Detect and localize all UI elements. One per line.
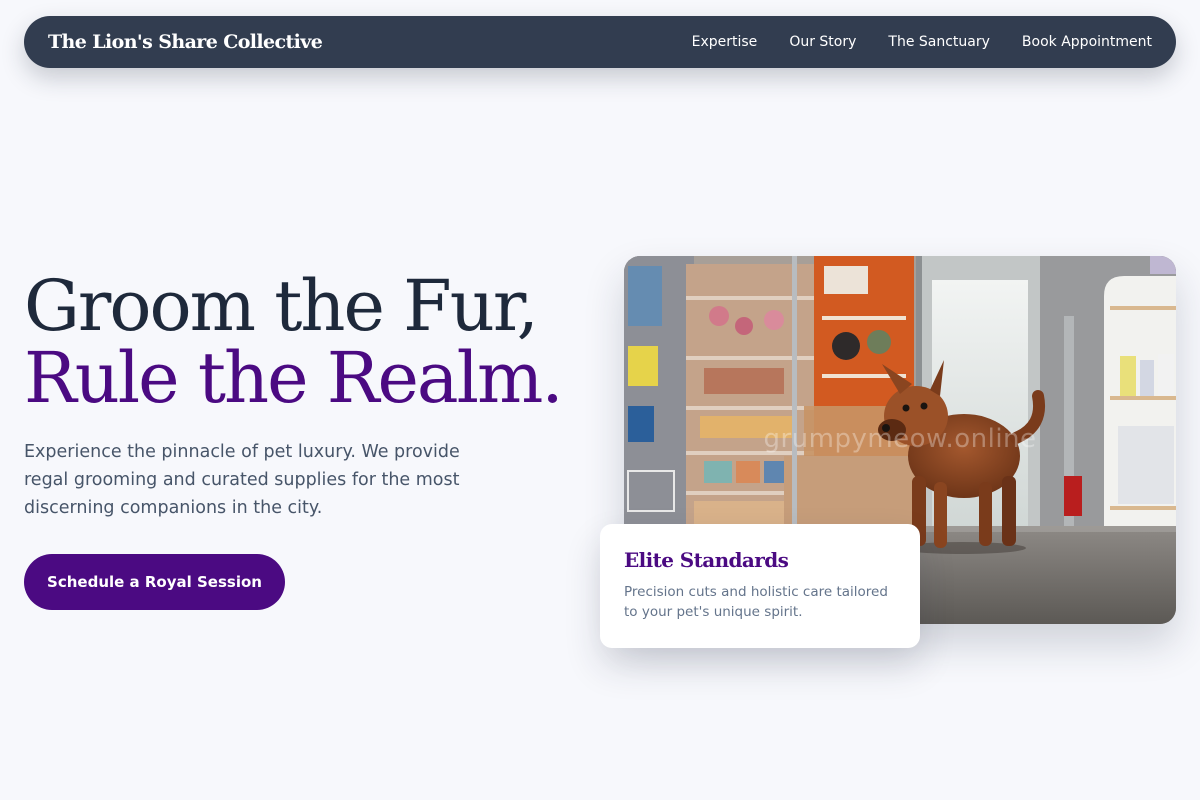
brand-logo[interactable]: The Lion's Share Collective xyxy=(48,31,323,53)
top-navbar: The Lion's Share Collective Expertise Ou… xyxy=(24,16,1176,68)
image-watermark: grumpymeow.online xyxy=(763,424,1037,454)
nav-link-the-sanctuary[interactable]: The Sanctuary xyxy=(888,34,990,50)
hero-title-line2: Rule the Realm. xyxy=(24,337,564,419)
schedule-session-button[interactable]: Schedule a Royal Session xyxy=(24,554,285,610)
elite-standards-card: Elite Standards Precision cuts and holis… xyxy=(600,524,920,648)
hero-title-line1: Groom the Fur, xyxy=(24,265,539,347)
hero-subtitle: Experience the pinnacle of pet luxury. W… xyxy=(24,442,460,518)
card-title: Elite Standards xyxy=(624,548,789,572)
nav-links: Expertise Our Story The Sanctuary Book A… xyxy=(692,34,1152,50)
nav-link-our-story[interactable]: Our Story xyxy=(789,34,856,50)
nav-link-expertise[interactable]: Expertise xyxy=(692,34,758,50)
card-description: Precision cuts and holistic care tailore… xyxy=(624,584,888,620)
nav-link-book-appointment[interactable]: Book Appointment xyxy=(1022,34,1152,50)
hero-title: Groom the Fur, Rule the Realm. xyxy=(24,265,564,419)
